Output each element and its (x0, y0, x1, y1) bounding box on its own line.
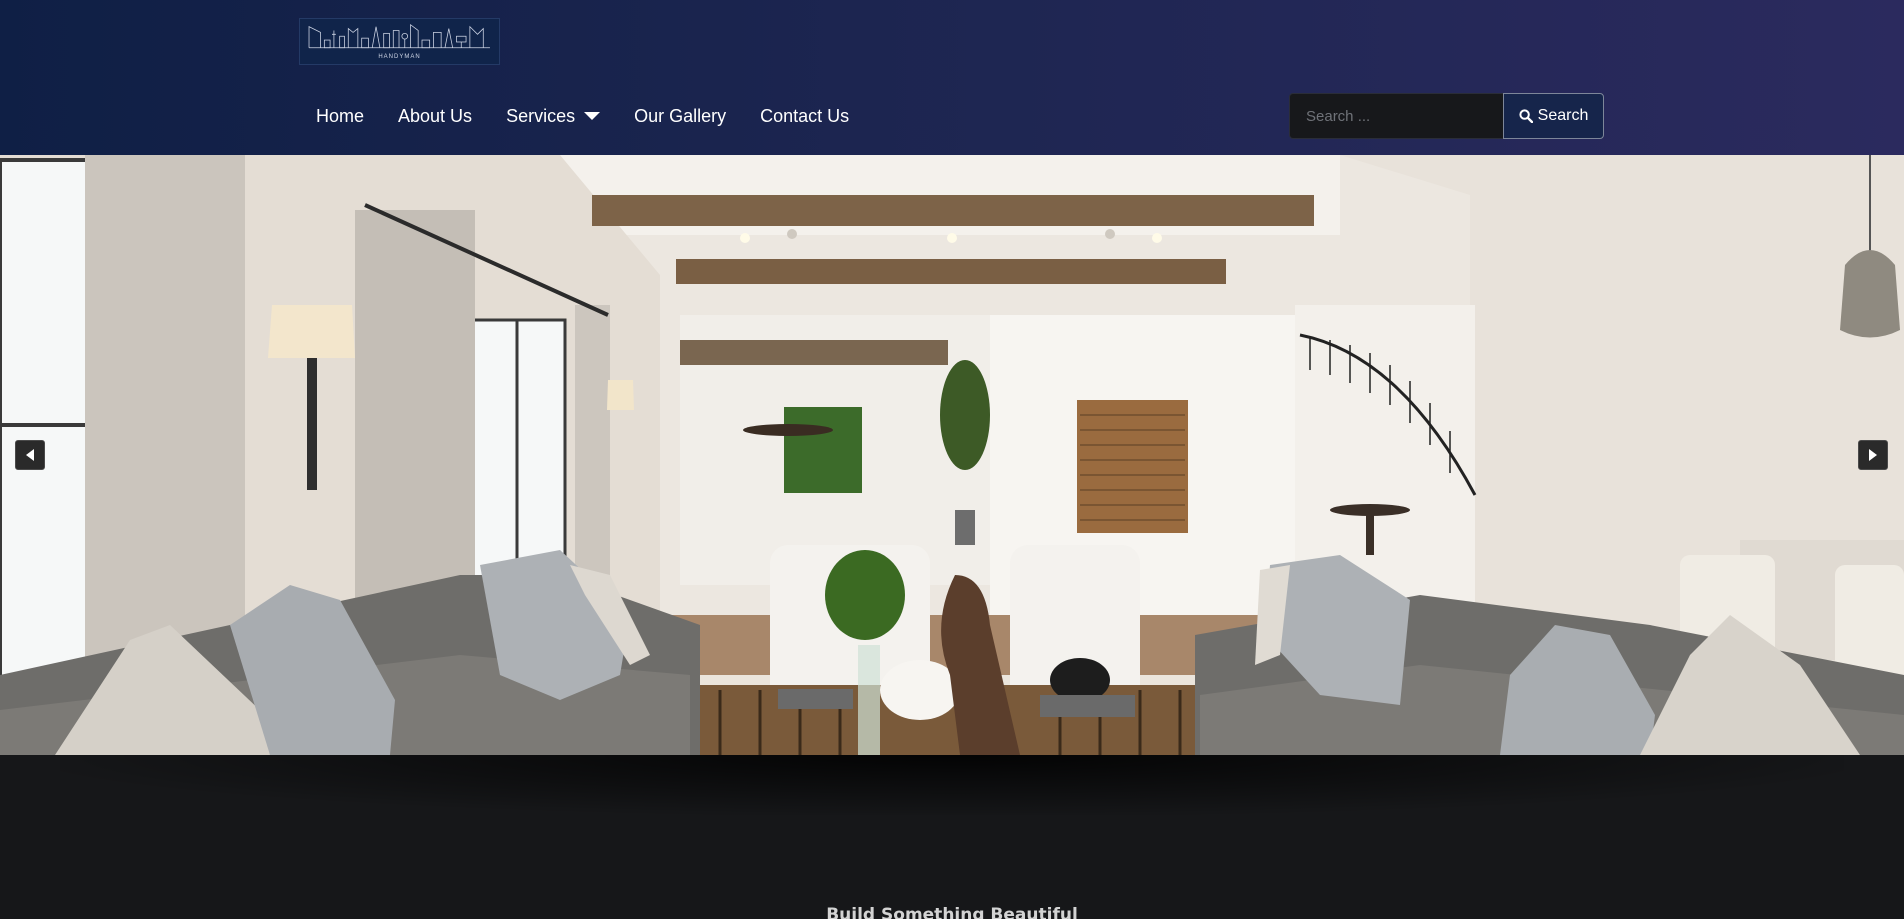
slider-next-button[interactable] (1858, 440, 1888, 470)
search-button-label: Search (1537, 107, 1589, 124)
nav-contact-us-label: Contact Us (760, 105, 850, 126)
page: HANDYMAN Home About Us Services Our Gall… (0, 0, 1904, 919)
nav-our-gallery-label: Our Gallery (634, 105, 727, 126)
site-header: HANDYMAN Home About Us Services Our Gall… (0, 0, 1904, 155)
hero-shadow (60, 755, 1844, 815)
nav-about-us[interactable]: About Us (381, 106, 489, 127)
search-input[interactable] (1289, 93, 1503, 139)
logo-text: HANDYMAN (378, 54, 421, 60)
site-logo[interactable]: HANDYMAN (299, 18, 500, 65)
nav-services-label: Services (506, 105, 576, 126)
content-section: Build Something Beautiful (0, 755, 1904, 919)
nav-services[interactable]: Services (489, 106, 617, 127)
search-button[interactable]: Search (1503, 93, 1604, 139)
nav-home-label: Home (316, 105, 365, 126)
nav-our-gallery[interactable]: Our Gallery (617, 106, 743, 127)
main-nav: Home About Us Services Our Gallery Conta… (299, 96, 866, 136)
slider-prev-button[interactable] (15, 440, 45, 470)
living-room-photo (0, 155, 1904, 755)
chevron-down-icon (584, 112, 601, 120)
hero-slider (0, 155, 1904, 755)
section-tagline: Build Something Beautiful (826, 905, 1078, 919)
nav-contact-us[interactable]: Contact Us (743, 106, 866, 127)
arrow-right-icon (1869, 449, 1877, 461)
nav-about-us-label: About Us (398, 105, 473, 126)
search-icon (1519, 109, 1533, 123)
arrow-left-icon (26, 449, 34, 461)
nav-home[interactable]: Home (299, 106, 381, 127)
search-form: Search (1289, 93, 1604, 139)
